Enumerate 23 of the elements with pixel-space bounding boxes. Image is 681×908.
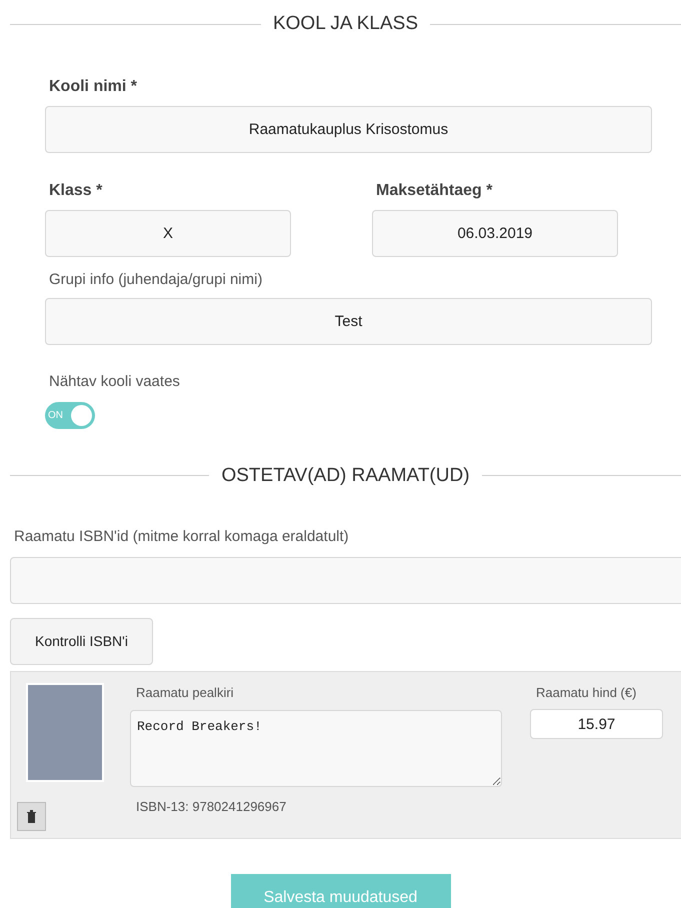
section-heading: KOOL JA KLASS xyxy=(272,12,418,36)
input-field[interactable] xyxy=(10,556,681,604)
toggle-knob xyxy=(71,404,92,426)
field-label: Grupi info (juhendaja/grupi nimi) xyxy=(49,270,264,290)
field-label: Maksetähtaeg * xyxy=(376,180,494,200)
title-textarea[interactable]: Record Breakers! xyxy=(130,710,502,787)
field-label: Klass * xyxy=(49,180,104,200)
field-label: Kooli nimi * xyxy=(49,76,138,96)
input-field[interactable]: 06.03.2019 xyxy=(372,210,618,256)
input-field[interactable]: Test xyxy=(45,298,652,345)
section-heading: OSTETAV(AD) RAAMAT(UD) xyxy=(221,464,470,488)
field-label: Raamatu ISBN'id (mitme korral komaga eraldatult) xyxy=(14,527,350,547)
field-label: Raamatu hind (€) xyxy=(536,684,638,702)
delete-button[interactable] xyxy=(17,802,46,830)
input-field[interactable]: X xyxy=(45,210,291,256)
price-field[interactable]: 15.97 xyxy=(530,709,663,739)
toggle-state: ON xyxy=(48,408,63,422)
field-label: Raamatu pealkiri xyxy=(136,684,235,702)
field-label: Nähtav kooli vaates xyxy=(49,372,181,392)
check-isbn-button[interactable]: Kontrolli ISBN'i xyxy=(10,618,153,664)
input-field[interactable]: Raamatukauplus Krisostomus xyxy=(45,106,652,152)
trash-icon xyxy=(26,810,37,822)
isbn-text: ISBN-13: 9780241296967 xyxy=(136,798,288,816)
